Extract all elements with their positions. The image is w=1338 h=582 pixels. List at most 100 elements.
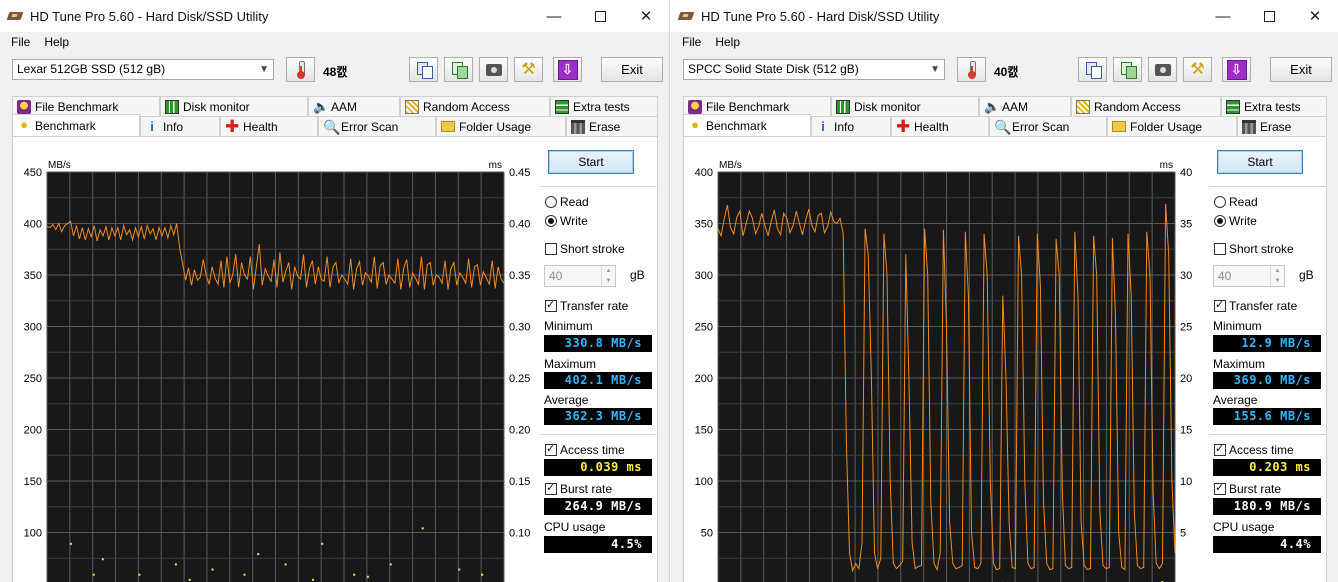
write-radio[interactable] bbox=[545, 215, 557, 227]
start-button[interactable]: Start bbox=[1217, 150, 1303, 174]
y-left-tick-label: 150 bbox=[695, 425, 713, 437]
short-stroke-checkbox[interactable] bbox=[1214, 243, 1226, 255]
tab-benchmark[interactable]: ● Benchmark bbox=[683, 114, 811, 136]
minimize-button[interactable]: — bbox=[1200, 0, 1246, 32]
y-left-tick-label: 50 bbox=[701, 528, 713, 540]
screenshot-button[interactable] bbox=[1148, 57, 1177, 82]
burst-rate-value: 264.9 MB/s bbox=[544, 498, 652, 515]
temperature-button[interactable] bbox=[286, 57, 315, 82]
tab-benchmark[interactable]: ● Benchmark bbox=[12, 114, 140, 136]
maximum-value: 369.0 MB/s bbox=[1213, 372, 1321, 389]
file-benchmark-icon bbox=[688, 100, 702, 114]
folder-icon bbox=[441, 121, 455, 132]
tab-aam[interactable]: 🔈 AAM bbox=[979, 96, 1071, 116]
close-button[interactable]: ✕ bbox=[623, 0, 669, 32]
tab-aam[interactable]: 🔈 AAM bbox=[308, 96, 400, 116]
short-stroke-stepper[interactable]: 40 ▲ ▼ bbox=[544, 265, 616, 287]
tab-folder-usage[interactable]: Folder Usage bbox=[436, 116, 566, 136]
tab-error-scan[interactable]: 🔍 Error Scan bbox=[989, 116, 1107, 136]
save-button[interactable]: ⇩ bbox=[553, 57, 582, 82]
camera-icon bbox=[1154, 63, 1171, 76]
toolbar: Lexar 512GB SSD (512 gB) ▼ 48캜 ⚒ ⇩ Exit bbox=[0, 54, 669, 86]
burst-rate-label: Burst rate bbox=[560, 482, 613, 496]
copy-all-button[interactable] bbox=[444, 57, 473, 82]
disk-monitor-icon bbox=[836, 100, 850, 114]
benchmark-panel: 400 40 350 35 300 30 250 25 200 20 150 15 100 10 50 5 MB… bbox=[683, 136, 1327, 582]
stepper-up-icon[interactable]: ▲ bbox=[1270, 266, 1284, 276]
temperature-button[interactable] bbox=[957, 57, 986, 82]
y-right-tick-label: 0.30 bbox=[509, 322, 530, 334]
copy-info-button[interactable] bbox=[409, 57, 438, 82]
tab-health[interactable]: ✚ Health bbox=[220, 116, 318, 136]
options-button[interactable]: ⚒ bbox=[514, 57, 543, 82]
tab-folder-usage[interactable]: Folder Usage bbox=[1107, 116, 1237, 136]
menu-help[interactable]: Help bbox=[37, 35, 76, 49]
menu-file[interactable]: File bbox=[4, 35, 37, 49]
start-button[interactable]: Start bbox=[548, 150, 634, 174]
y-left-tick-label: 100 bbox=[24, 528, 42, 540]
tab-file-benchmark[interactable]: File Benchmark bbox=[12, 96, 160, 116]
stepper-down-icon[interactable]: ▼ bbox=[601, 276, 615, 286]
tab-disk-monitor[interactable]: Disk monitor bbox=[160, 96, 308, 116]
drive-select[interactable]: Lexar 512GB SSD (512 gB) ▼ bbox=[12, 59, 274, 80]
short-stroke-checkbox[interactable] bbox=[545, 243, 557, 255]
tab-erase[interactable]: Erase bbox=[566, 116, 658, 136]
burst-rate-value: 180.9 MB/s bbox=[1213, 498, 1321, 515]
tab-info[interactable]: i Info bbox=[140, 116, 220, 136]
access-time-checkbox[interactable] bbox=[545, 442, 557, 456]
read-radio[interactable] bbox=[1214, 196, 1226, 208]
y-right-tick-label: 0.45 bbox=[509, 167, 530, 179]
access-time-point bbox=[188, 578, 191, 581]
tab-extra-tests[interactable]: Extra tests bbox=[1221, 96, 1327, 116]
tab-random-access[interactable]: Random Access bbox=[1071, 96, 1221, 116]
average-value: 362.3 MB/s bbox=[544, 408, 652, 425]
maximize-button[interactable] bbox=[1246, 0, 1292, 32]
read-radio[interactable] bbox=[545, 196, 557, 208]
burst-rate-checkbox[interactable] bbox=[545, 481, 557, 495]
average-label: Average bbox=[544, 393, 589, 407]
screenshot-button[interactable] bbox=[479, 57, 508, 82]
tab-error-scan[interactable]: 🔍 Error Scan bbox=[318, 116, 436, 136]
short-stroke-stepper[interactable]: 40 ▲ ▼ bbox=[1213, 265, 1285, 287]
drive-select[interactable]: SPCC Solid State Disk (512 gB) ▼ bbox=[683, 59, 945, 80]
access-time-point bbox=[312, 578, 315, 581]
y-left-tick-label: 300 bbox=[24, 322, 42, 334]
transfer-rate-checkbox[interactable] bbox=[545, 298, 557, 312]
y-right-tick-label: 20 bbox=[1180, 373, 1192, 385]
access-time-label: Access time bbox=[560, 443, 625, 457]
save-button[interactable]: ⇩ bbox=[1222, 57, 1251, 82]
burst-rate-label: Burst rate bbox=[1229, 482, 1282, 496]
burst-rate-checkbox[interactable] bbox=[1214, 481, 1226, 495]
file-benchmark-icon bbox=[17, 100, 31, 114]
exit-button[interactable]: Exit bbox=[601, 57, 663, 82]
stepper-down-icon[interactable]: ▼ bbox=[1270, 276, 1284, 286]
access-time-checkbox[interactable] bbox=[1214, 442, 1226, 456]
cpu-usage-value: 4.4% bbox=[1213, 536, 1321, 553]
divider bbox=[1209, 186, 1327, 187]
lightbulb-icon: ● bbox=[691, 117, 699, 132]
tab-file-benchmark[interactable]: File Benchmark bbox=[683, 96, 831, 116]
tab-extra-tests[interactable]: Extra tests bbox=[550, 96, 658, 116]
exit-button[interactable]: Exit bbox=[1270, 57, 1332, 82]
menu-help[interactable]: Help bbox=[708, 35, 747, 49]
tab-erase[interactable]: Erase bbox=[1237, 116, 1327, 136]
transfer-rate-checkbox[interactable] bbox=[1214, 298, 1226, 312]
copy-icon bbox=[1085, 62, 1102, 79]
write-radio[interactable] bbox=[1214, 215, 1226, 227]
tab-health[interactable]: ✚ Health bbox=[891, 116, 989, 136]
tab-disk-monitor[interactable]: Disk monitor bbox=[831, 96, 979, 116]
copy-info-button[interactable] bbox=[1078, 57, 1107, 82]
maximize-button[interactable] bbox=[577, 0, 623, 32]
copy-all-button[interactable] bbox=[1113, 57, 1142, 82]
menu-file[interactable]: File bbox=[675, 35, 708, 49]
tab-random-access[interactable]: Random Access bbox=[400, 96, 550, 116]
access-time-point bbox=[458, 568, 461, 571]
minimize-button[interactable]: — bbox=[531, 0, 577, 32]
y-right-tick-label: 40 bbox=[1180, 167, 1192, 179]
options-button[interactable]: ⚒ bbox=[1183, 57, 1212, 82]
stepper-up-icon[interactable]: ▲ bbox=[601, 266, 615, 276]
close-button[interactable]: ✕ bbox=[1292, 0, 1338, 32]
tab-info[interactable]: i Info bbox=[811, 116, 891, 136]
health-cross-icon: ✚ bbox=[225, 117, 240, 136]
lightbulb-icon: ● bbox=[20, 117, 28, 132]
